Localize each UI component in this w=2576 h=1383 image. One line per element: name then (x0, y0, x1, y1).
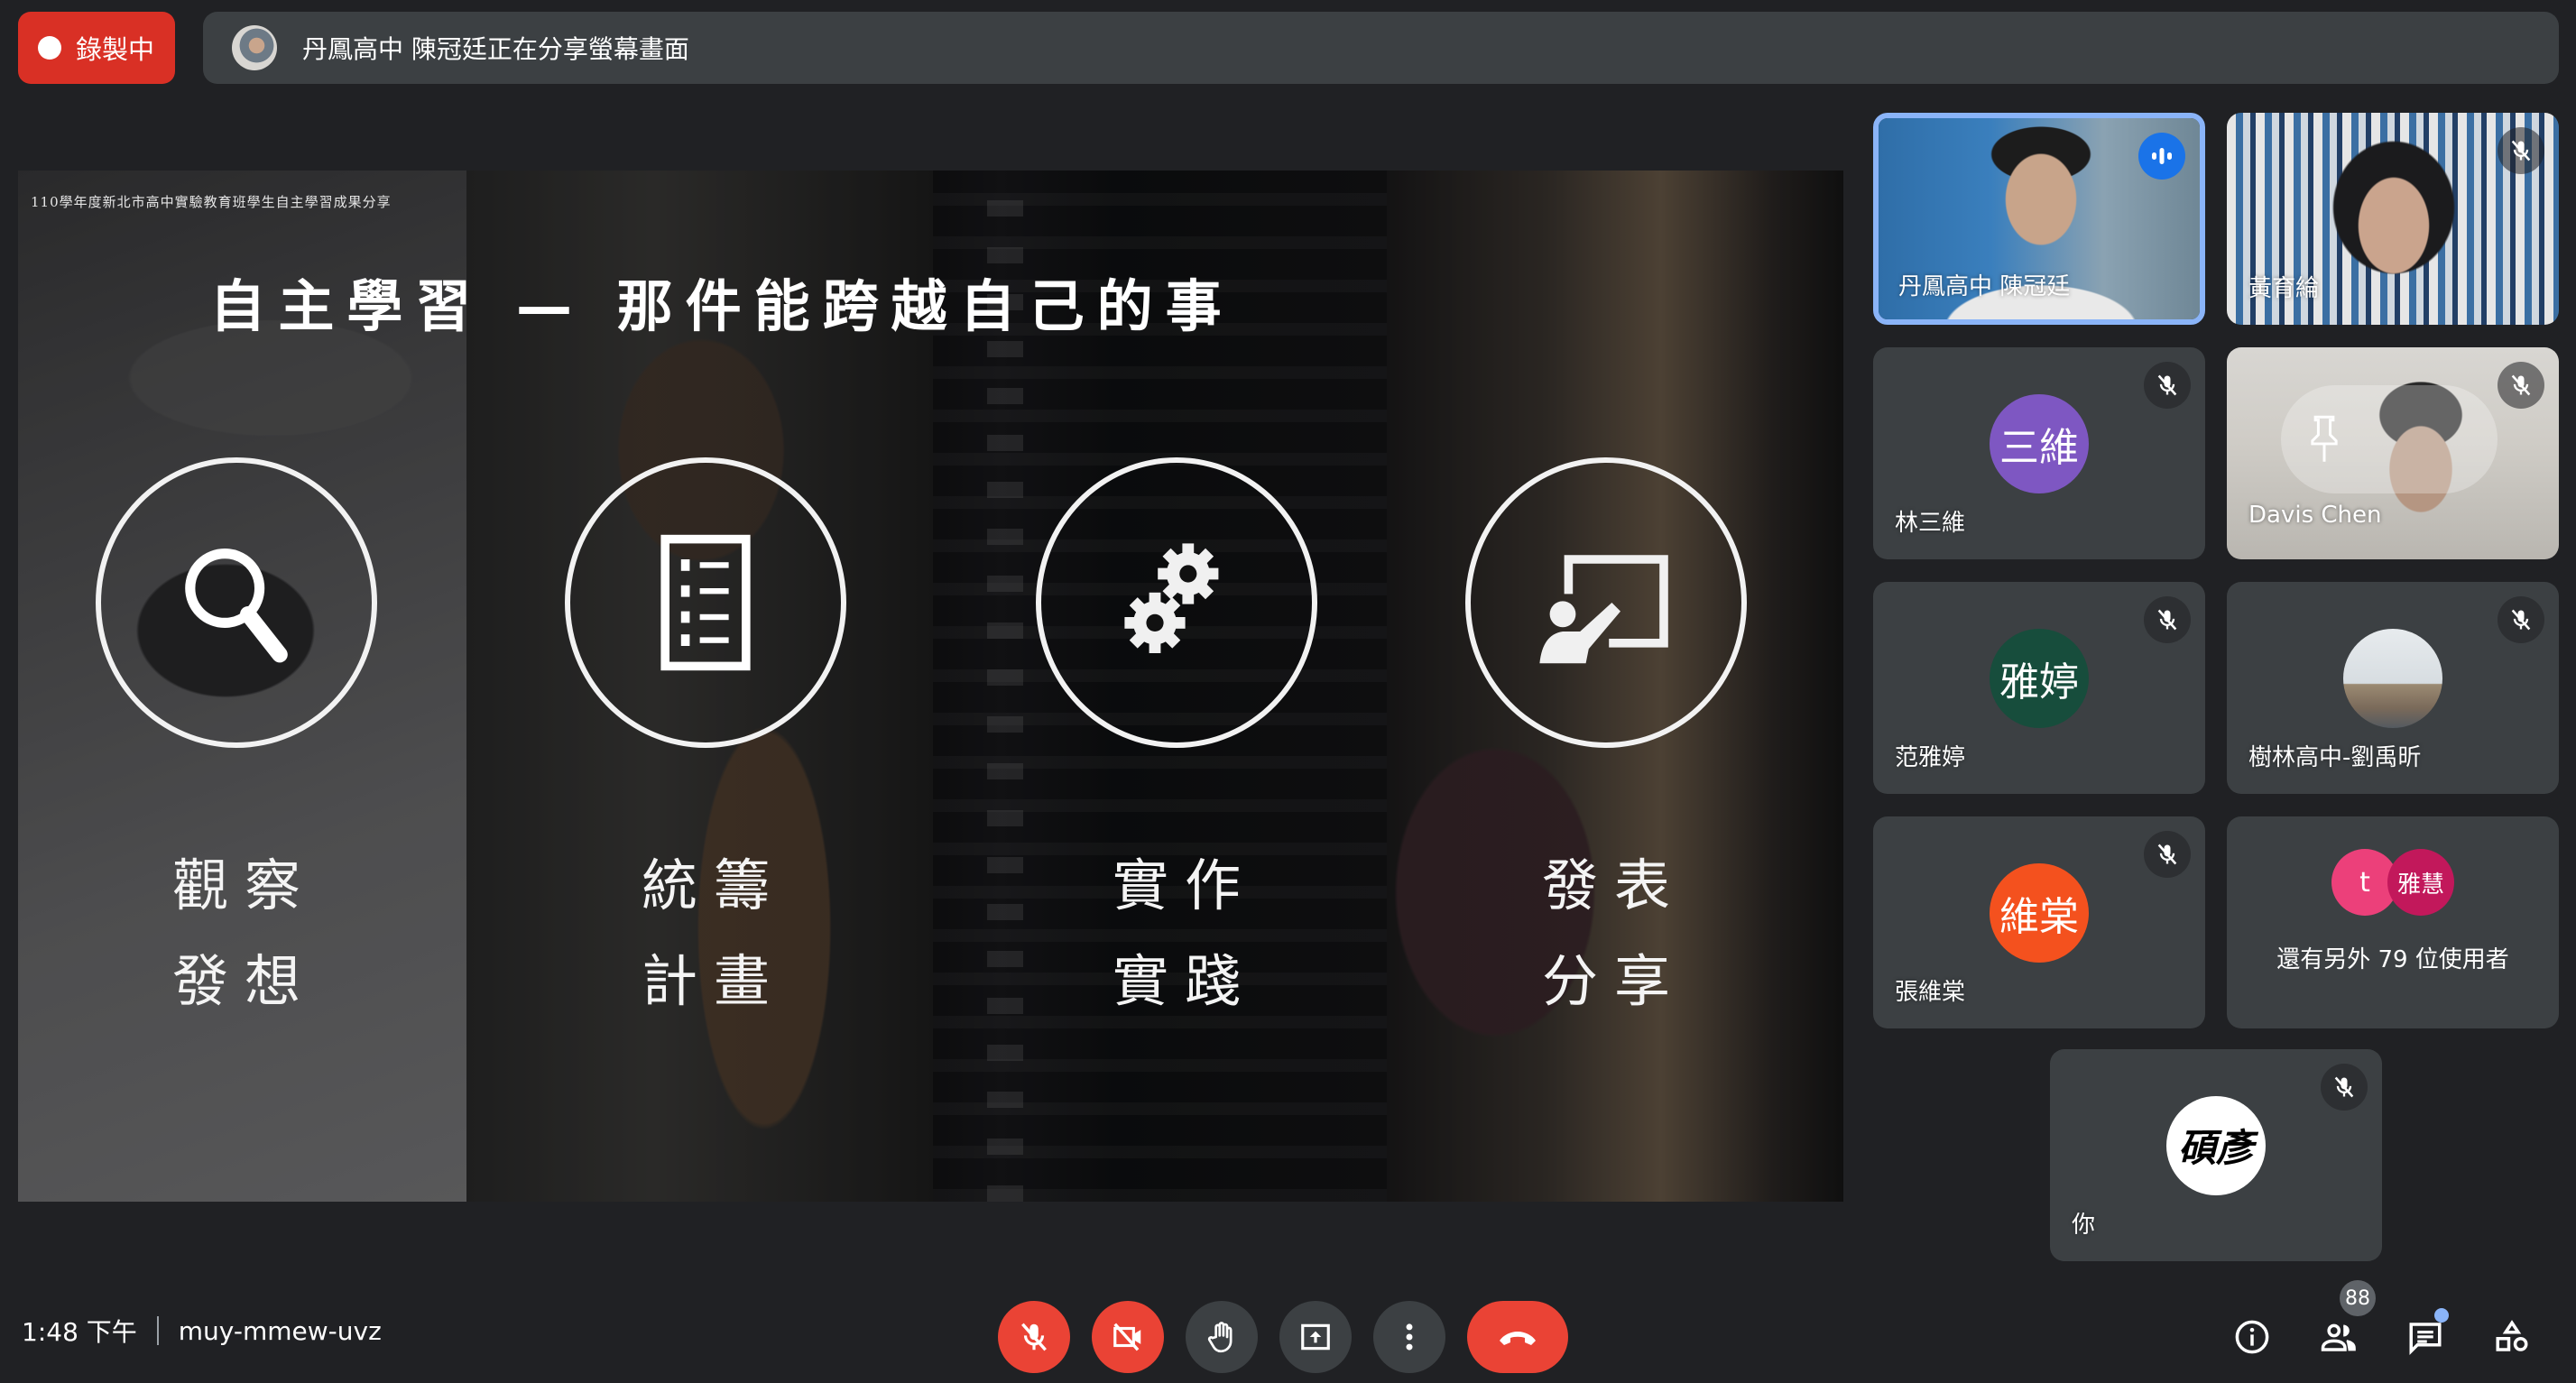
more-participants-text: 還有另外 79 位使用者 (2276, 946, 2509, 973)
step-label-line2: 計畫 (641, 948, 786, 1014)
leave-call-button[interactable] (1467, 1301, 1568, 1373)
avatar: 碩彥 (2166, 1095, 2266, 1195)
chat-unread-dot (2434, 1308, 2449, 1323)
mic-muted-icon (2144, 362, 2191, 409)
self-tile[interactable]: 碩彥 你 (2050, 1049, 2382, 1261)
avatar: 雅婷 (1990, 628, 2089, 728)
gears-icon (1124, 543, 1219, 653)
participant-name: 樹林高中-劉禹昕 (2248, 744, 2422, 771)
participant-name: 黃育綸 (2248, 275, 2320, 302)
step-label-line1: 觀察 (171, 853, 317, 918)
recording-label: 錄製中 (76, 34, 155, 65)
chat-icon (2409, 1323, 2442, 1355)
chat-button[interactable] (2389, 1301, 2461, 1373)
mic-muted-icon (2144, 831, 2191, 878)
avatar: 雅慧 (2387, 849, 2454, 916)
slide-title: 自主學習 — 那件能跨越自己的事 (209, 273, 1234, 339)
activities-button[interactable] (2476, 1301, 2548, 1373)
mic-muted-icon (2498, 596, 2544, 643)
pin-overlay[interactable] (2281, 385, 2498, 493)
speaking-indicator-icon (2138, 133, 2185, 180)
info-icon (2235, 1320, 2269, 1354)
hand-icon (1207, 1322, 1233, 1353)
more-vertical-icon (1406, 1323, 1413, 1351)
avatar: 維棠 (1990, 862, 2089, 963)
participant-tile[interactable]: 維棠 張維棠 (1873, 816, 2205, 1028)
pin-icon (2311, 415, 2338, 462)
participant-tile[interactable]: 三維 林三維 (1873, 347, 2205, 559)
camera-toggle-button[interactable] (1092, 1301, 1164, 1373)
step-label-line1: 發表 (1541, 853, 1686, 918)
participant-name: 丹鳳高中 陳冠廷 (1898, 273, 2071, 300)
avatar (2343, 628, 2442, 728)
camera-off-icon (1113, 1323, 1141, 1351)
slide-step-plan: 統籌 計畫 (557, 457, 854, 1029)
presenter-icon (1539, 555, 1668, 664)
raise-hand-button[interactable] (1186, 1301, 1258, 1373)
participant-tile[interactable]: 黃育綸 (2227, 113, 2559, 325)
more-participants-tile[interactable]: t 雅慧 還有另外 79 位使用者 (2227, 816, 2559, 1028)
step-label-line2: 分享 (1541, 948, 1686, 1014)
checklist-icon (660, 534, 751, 671)
screen-share-banner: 丹鳳高中 陳冠廷正在分享螢幕畫面 (203, 12, 2559, 84)
mic-muted-icon (2321, 1064, 2368, 1111)
participant-name: 張維棠 (1895, 979, 1966, 1006)
activities-shapes-icon (2496, 1320, 2528, 1351)
people-icon (2321, 1323, 2356, 1351)
record-dot-icon (38, 36, 61, 60)
step-label-line2: 實踐 (1112, 948, 1257, 1014)
share-banner-text: 丹鳳高中 陳冠廷正在分享螢幕畫面 (302, 34, 689, 64)
recording-badge[interactable]: 錄製中 (18, 12, 175, 84)
slide-step-present: 發表 分享 (1457, 457, 1755, 1029)
meeting-code: muy-mmew-uvz (178, 1315, 382, 1346)
mic-muted-icon (2498, 362, 2544, 409)
more-options-button[interactable] (1373, 1301, 1445, 1373)
participant-tile[interactable]: 樹林高中-劉禹昕 (2227, 582, 2559, 794)
participant-tile[interactable]: 丹鳳高中 陳冠廷 (1873, 113, 2205, 325)
presenter-avatar (232, 25, 277, 70)
step-ring (565, 457, 846, 748)
participant-name: Davis Chen (2248, 502, 2382, 529)
step-label-line1: 實作 (1112, 853, 1257, 918)
step-label-line1: 統籌 (641, 853, 786, 918)
slide-step-practice: 實作 實踐 (1028, 457, 1325, 1029)
more-participants-avatars: t 雅慧 (2331, 849, 2454, 916)
slide-step-observe: 觀察 發想 (88, 457, 385, 1029)
slide-caption: 110學年度新北市高中實驗教育班學生自主學習成果分享 (31, 194, 392, 210)
mic-muted-icon (2498, 127, 2544, 174)
step-label-line2: 發想 (171, 948, 317, 1014)
participant-name: 林三維 (1895, 510, 1966, 537)
hang-up-icon (1500, 1332, 1536, 1345)
clock-time: 1:48 下午 (22, 1317, 137, 1347)
microphone-toggle-button[interactable] (998, 1301, 1070, 1373)
divider (156, 1316, 159, 1345)
mic-muted-icon (2144, 596, 2191, 643)
participant-name: 你 (2072, 1212, 2096, 1239)
present-screen-icon (1301, 1323, 1330, 1351)
step-ring (1036, 457, 1317, 748)
people-count-badge: 88 (2340, 1280, 2376, 1316)
step-ring (96, 457, 377, 748)
magnifier-icon (185, 549, 288, 663)
meeting-info: 1:48 下午 muy-mmew-uvz (22, 1313, 382, 1349)
step-ring (1465, 457, 1747, 748)
shared-screen: 110學年度新北市高中實驗教育班學生自主學習成果分享 自主學習 — 那件能跨越自… (18, 171, 1843, 1202)
avatar: 三維 (1990, 393, 2089, 493)
present-now-button[interactable] (1279, 1301, 1352, 1373)
participant-tile[interactable]: Davis Chen (2227, 347, 2559, 559)
meeting-details-button[interactable] (2216, 1301, 2288, 1373)
participant-tile[interactable]: 雅婷 范雅婷 (1873, 582, 2205, 794)
microphone-off-icon (1021, 1323, 1047, 1351)
participant-name: 范雅婷 (1895, 744, 1966, 771)
